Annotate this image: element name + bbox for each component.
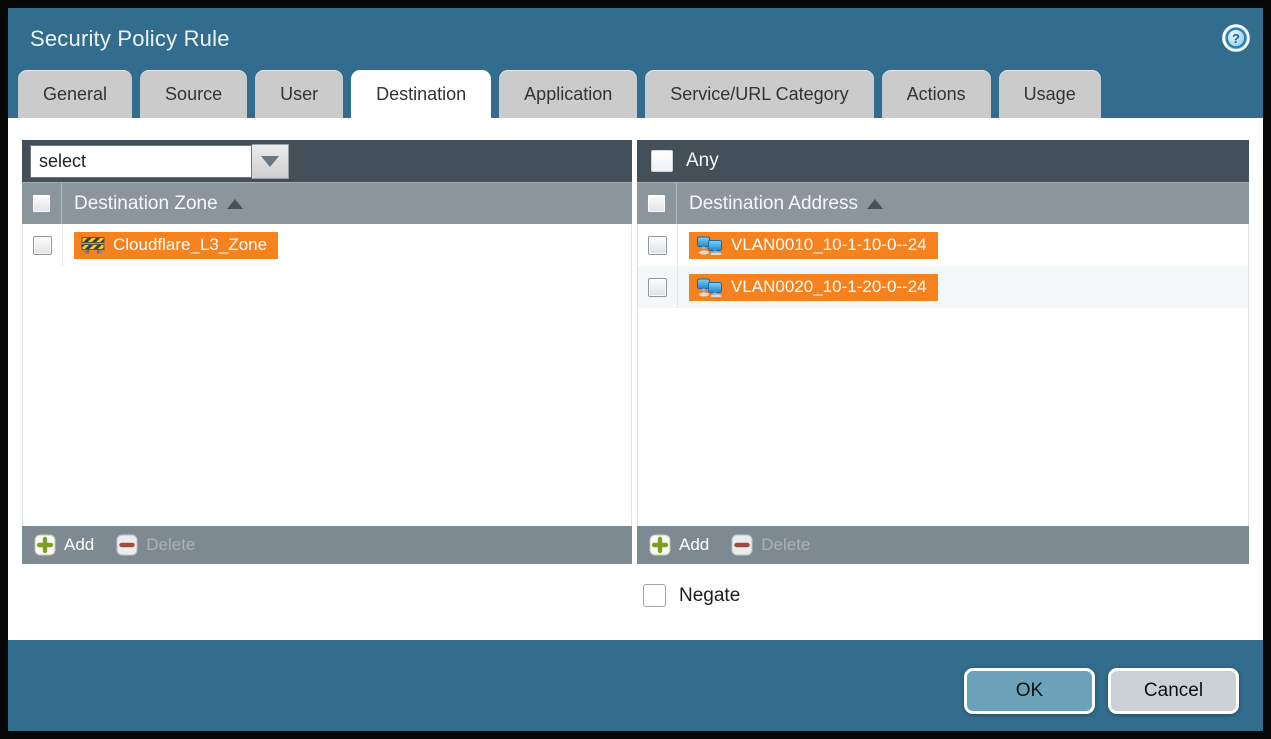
zone-add-label: Add — [64, 535, 94, 555]
address-add-button[interactable]: Add — [649, 534, 709, 556]
tab-destination[interactable]: Destination — [351, 70, 491, 118]
negate-checkbox[interactable] — [643, 584, 666, 607]
zone-row-checkbox-cell — [23, 224, 63, 266]
address-column-header-label: Destination Address — [689, 193, 858, 215]
zone-select-combo — [30, 144, 289, 179]
address-list: VLAN0010_10-1-10-0--24 — [637, 224, 1249, 526]
address-row-checkbox[interactable] — [648, 236, 667, 255]
sort-ascending-icon — [867, 199, 883, 209]
dialog-footer: OK Cancel — [8, 640, 1263, 731]
address-row: VLAN0020_10-1-20-0--24 — [638, 266, 1248, 308]
address-item-label: VLAN0010_10-1-10-0--24 — [731, 235, 927, 255]
dialog-title: Security Policy Rule — [30, 8, 230, 70]
tab-source[interactable]: Source — [140, 70, 247, 118]
zone-row: Cloudflare_L3_Zone — [23, 224, 631, 266]
security-policy-rule-dialog: Security Policy Rule ? General Source Us… — [8, 8, 1263, 731]
tab-service-url-category[interactable]: Service/URL Category — [645, 70, 873, 118]
red-minus-icon — [731, 534, 753, 556]
zone-select-input[interactable] — [30, 145, 252, 178]
zone-select-dropdown-button[interactable] — [252, 144, 289, 179]
zone-column-header-label: Destination Zone — [74, 193, 218, 215]
any-checkbox[interactable] — [651, 150, 673, 172]
address-toolbar: Any — [637, 140, 1249, 182]
address-item[interactable]: VLAN0010_10-1-10-0--24 — [689, 232, 938, 259]
address-delete-button[interactable]: Delete — [731, 534, 810, 556]
zone-barricade-icon — [81, 236, 105, 254]
tab-general[interactable]: General — [18, 70, 132, 118]
zone-toolbar — [22, 140, 632, 182]
address-row: VLAN0010_10-1-10-0--24 — [638, 224, 1248, 266]
address-delete-label: Delete — [761, 535, 810, 555]
zone-column-header[interactable]: Destination Zone — [74, 193, 243, 215]
zone-row-checkbox[interactable] — [33, 236, 52, 255]
zone-delete-label: Delete — [146, 535, 195, 555]
zone-select-all-cell — [22, 183, 62, 224]
zone-footer: Add Delete — [22, 526, 632, 564]
zone-delete-button[interactable]: Delete — [116, 534, 195, 556]
ok-button[interactable]: OK — [964, 668, 1095, 714]
tab-usage[interactable]: Usage — [999, 70, 1101, 118]
zone-item[interactable]: Cloudflare_L3_Zone — [74, 232, 278, 259]
address-item[interactable]: VLAN0020_10-1-20-0--24 — [689, 274, 938, 301]
title-bar: Security Policy Rule ? — [8, 8, 1263, 70]
tab-user[interactable]: User — [255, 70, 343, 118]
red-minus-icon — [116, 534, 138, 556]
address-row-checkbox-cell — [638, 266, 678, 308]
address-column-header[interactable]: Destination Address — [689, 193, 883, 215]
tab-actions[interactable]: Actions — [882, 70, 991, 118]
address-item-label: VLAN0020_10-1-20-0--24 — [731, 277, 927, 297]
destination-address-panel: Any Destination Address — [637, 140, 1249, 564]
green-plus-icon — [649, 534, 671, 556]
help-icon[interactable]: ? — [1221, 23, 1251, 53]
negate-label: Negate — [679, 585, 740, 607]
network-nodes-icon — [696, 235, 723, 255]
any-label: Any — [686, 150, 719, 172]
address-footer: Add Delete — [637, 526, 1249, 564]
address-column-header-row: Destination Address — [637, 182, 1249, 224]
zone-column-header-row: Destination Zone — [22, 182, 632, 224]
destination-zone-panel: Destination Zone — [22, 140, 632, 564]
zone-select-all-checkbox[interactable] — [32, 194, 51, 213]
any-checkline: Any — [645, 150, 719, 172]
address-row-checkbox[interactable] — [648, 278, 667, 297]
network-nodes-icon — [696, 277, 723, 297]
address-add-label: Add — [679, 535, 709, 555]
address-row-checkbox-cell — [638, 224, 678, 266]
zone-add-button[interactable]: Add — [34, 534, 94, 556]
negate-checkline: Negate — [643, 584, 740, 607]
address-select-all-checkbox[interactable] — [647, 194, 666, 213]
cancel-button[interactable]: Cancel — [1108, 668, 1239, 714]
address-select-all-cell — [637, 183, 677, 224]
tab-bar: General Source User Destination Applicat… — [8, 70, 1263, 118]
tab-application[interactable]: Application — [499, 70, 637, 118]
svg-text:?: ? — [1232, 31, 1240, 46]
zone-item-label: Cloudflare_L3_Zone — [113, 235, 267, 255]
destination-tab-content: Destination Zone — [8, 118, 1263, 640]
sort-ascending-icon — [227, 199, 243, 209]
zone-list: Cloudflare_L3_Zone — [22, 224, 632, 526]
chevron-down-icon — [261, 156, 279, 167]
green-plus-icon — [34, 534, 56, 556]
